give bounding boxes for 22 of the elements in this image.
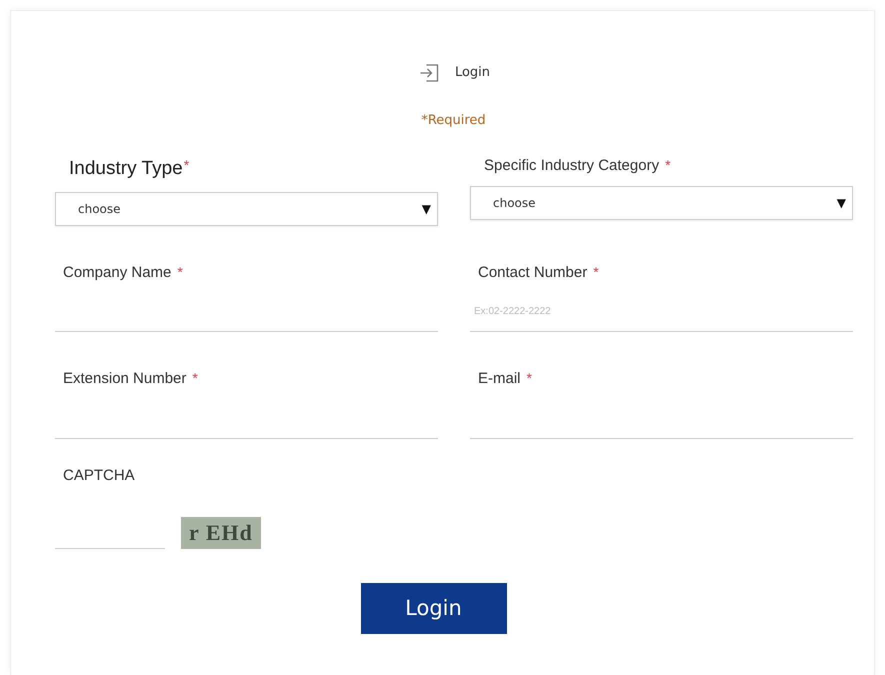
- login-heading: Login: [454, 64, 490, 82]
- captcha-image: r EHd: [181, 517, 261, 549]
- required-asterisk: *: [526, 369, 532, 388]
- select-field[interactable]: choose ▼: [470, 186, 853, 220]
- required-asterisk: *: [665, 156, 671, 175]
- field-label: Specific Industry Category: [484, 156, 660, 176]
- field-label: E-mail: [478, 369, 521, 389]
- caret-icon: ▼: [422, 200, 431, 218]
- required-asterisk: *: [184, 156, 190, 175]
- field-label: Extension Number: [63, 369, 186, 389]
- required-asterisk: *: [192, 369, 198, 388]
- select-field[interactable]: choose ▼: [55, 192, 438, 226]
- field-label: Industry Type: [69, 157, 183, 181]
- field-label: Company Name: [63, 262, 172, 282]
- caret-icon: ▼: [836, 194, 846, 212]
- field-label: Contact Number: [478, 262, 588, 282]
- required-asterisk: *: [177, 262, 183, 282]
- required-asterisk: *: [593, 262, 599, 282]
- input-field[interactable]: Ex:02-2222-2222: [470, 292, 853, 332]
- captcha-label: CAPTCHA: [63, 466, 135, 484]
- login-button[interactable]: Login: [360, 583, 506, 634]
- required-note: *Required: [421, 113, 486, 128]
